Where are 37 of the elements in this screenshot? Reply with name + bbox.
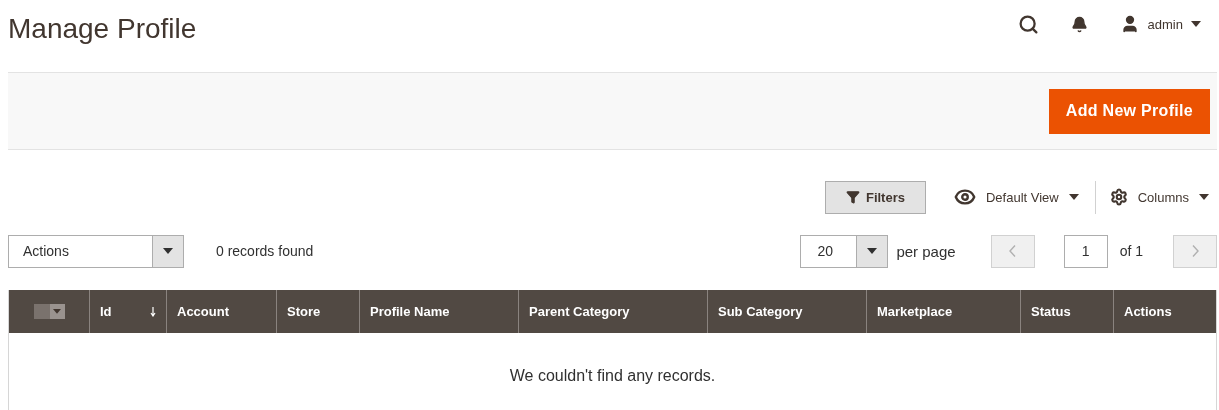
chevron-left-icon <box>1009 245 1017 257</box>
actions-dropdown[interactable]: Actions <box>8 234 184 268</box>
dropdown-caret-icon <box>53 309 61 314</box>
column-header[interactable]: Parent Category <box>518 290 707 333</box>
column-header[interactable]: Sub Category <box>707 290 866 333</box>
column-header[interactable]: Store <box>276 290 359 333</box>
caret-icon <box>1199 194 1209 200</box>
records-count: 0 records found <box>216 243 315 259</box>
chevron-right-icon <box>1191 245 1199 257</box>
column-header[interactable]: Actions <box>1113 290 1216 333</box>
sort-arrow-icon <box>150 306 156 317</box>
empty-message: We couldn't find any records. <box>508 366 717 385</box>
search-icon[interactable] <box>1017 13 1039 35</box>
default-view-button[interactable]: Default View <box>925 186 1095 208</box>
page-number-field[interactable]: 1 <box>1063 234 1108 268</box>
add-new-profile-button[interactable]: Add New Profile <box>1048 88 1210 134</box>
dropdown-caret-icon <box>867 248 878 254</box>
caret-icon <box>1191 21 1201 27</box>
gear-icon <box>1109 188 1128 206</box>
column-header[interactable]: Account <box>166 290 276 333</box>
column-header[interactable]: Id <box>89 290 166 333</box>
filter-icon <box>845 190 860 204</box>
caret-icon <box>1068 194 1079 200</box>
page-title: Manage Profile <box>8 13 198 45</box>
per-page-label: per page <box>896 242 956 260</box>
column-header[interactable]: Marketplace <box>866 290 1020 333</box>
eye-icon <box>953 186 976 208</box>
filters-button[interactable]: Filters <box>824 180 926 214</box>
dropdown-caret-icon <box>163 248 173 254</box>
user-menu[interactable]: admin <box>1119 14 1201 34</box>
columns-button[interactable]: Columns <box>1095 188 1209 206</box>
page-total: of 1 <box>1119 243 1143 259</box>
per-page-dropdown[interactable]: 20 <box>800 234 889 268</box>
notifications-bell-icon[interactable] <box>1070 15 1088 33</box>
column-header[interactable]: Profile Name <box>359 290 518 333</box>
column-header[interactable]: Status <box>1020 290 1113 333</box>
mass-select-checkbox[interactable] <box>33 304 65 319</box>
